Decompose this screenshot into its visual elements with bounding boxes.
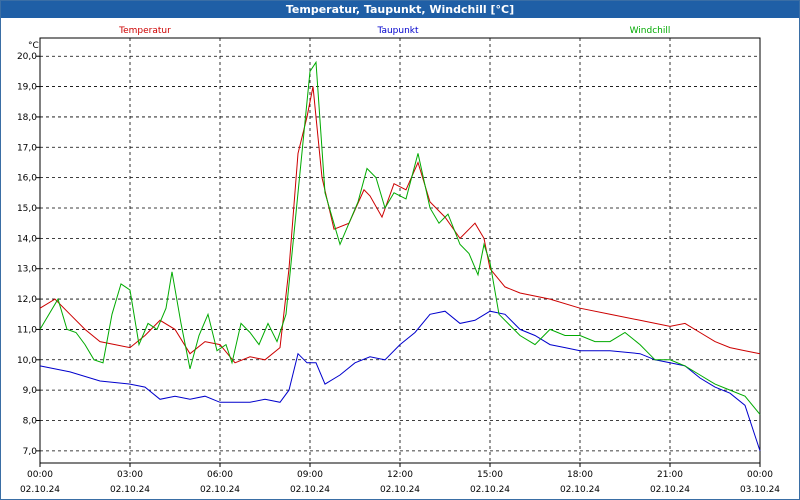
x-tick-date-label: 02.10.24 bbox=[470, 485, 510, 495]
y-tick-label: 13,0 bbox=[17, 265, 37, 275]
legend-entry-temperatur: Temperatur bbox=[118, 26, 171, 36]
x-tick-time-label: 18:00 bbox=[567, 470, 593, 480]
x-tick-time-label: 00:00 bbox=[27, 470, 53, 480]
x-tick-time-label: 00:00 bbox=[747, 470, 773, 480]
y-tick-label: 12,0 bbox=[17, 295, 37, 305]
x-tick-time-label: 12:00 bbox=[387, 470, 413, 480]
y-axis-unit-label: °C bbox=[28, 41, 39, 51]
y-tick-label: 18,0 bbox=[17, 113, 37, 123]
chart-canvas: 20,0 19,0 18,0 17,0 16,0 15,0 14,0 13,0 12,0 11,0… bbox=[17, 26, 780, 495]
x-tick-time-label: 15:00 bbox=[477, 470, 503, 480]
x-tick-time-label: 03:00 bbox=[117, 470, 143, 480]
x-tick-time-label: 21:00 bbox=[657, 470, 683, 480]
legend-entry-taupunkt: Taupunkt bbox=[376, 26, 419, 36]
x-tick-date-label: 02.10.24 bbox=[110, 485, 150, 495]
x-tick-date-label: 02.10.24 bbox=[20, 485, 60, 495]
legend-entry-windchill: Windchill bbox=[630, 26, 671, 36]
x-tick-date-label: 02.10.24 bbox=[290, 485, 330, 495]
y-tick-label: 7,0 bbox=[23, 447, 38, 457]
x-tick-time-label: 06:00 bbox=[207, 470, 233, 480]
x-tick-date-label: 02.10.24 bbox=[560, 485, 600, 495]
y-tick-label: 14,0 bbox=[17, 234, 37, 244]
x-tick-date-label: 03.10.24 bbox=[740, 485, 780, 495]
y-tick-label: 11,0 bbox=[17, 325, 37, 335]
x-tick-time-label: 09:00 bbox=[297, 470, 323, 480]
y-tick-label: 15,0 bbox=[17, 204, 37, 214]
y-tick-label: 20,0 bbox=[17, 52, 37, 62]
y-tick-label: 9,0 bbox=[23, 386, 38, 396]
x-tick-date-label: 02.10.24 bbox=[380, 485, 420, 495]
x-tick-date-label: 02.10.24 bbox=[200, 485, 240, 495]
y-tick-label: 8,0 bbox=[23, 417, 38, 427]
y-tick-label: 16,0 bbox=[17, 174, 37, 184]
y-tick-label: 17,0 bbox=[17, 143, 37, 153]
y-tick-label: 19,0 bbox=[17, 83, 37, 93]
y-tick-label: 10,0 bbox=[17, 356, 37, 366]
x-tick-date-label: 02.10.24 bbox=[650, 485, 690, 495]
